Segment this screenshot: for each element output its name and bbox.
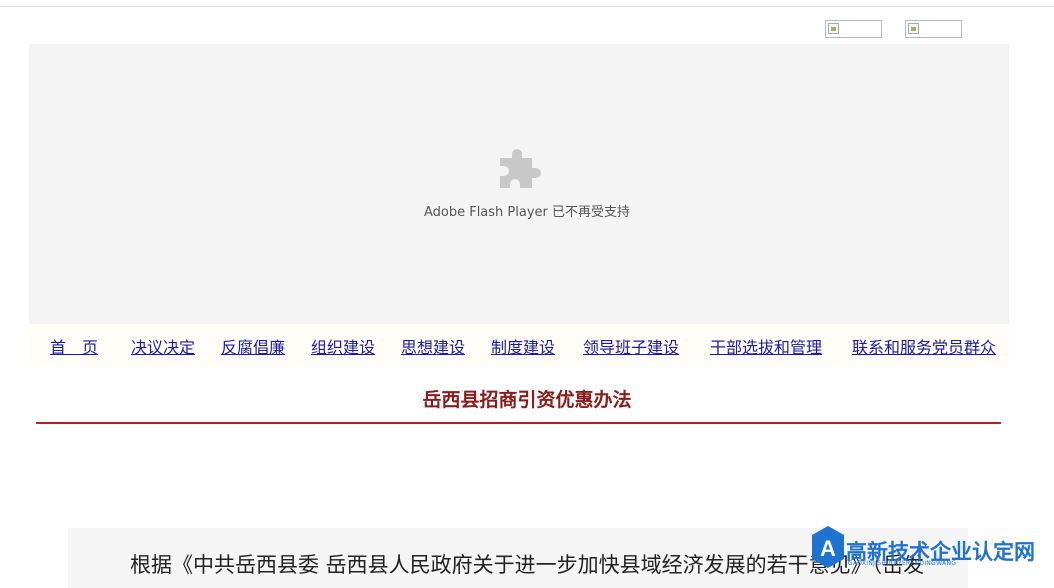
nav-link-organization[interactable]: 组织建设 <box>311 334 375 358</box>
broken-image-icon <box>828 23 839 34</box>
top-border-line <box>0 6 1054 7</box>
header-image-left[interactable] <box>825 20 882 38</box>
nav-link-leadership[interactable]: 领导班子建设 <box>583 334 679 358</box>
nav-link-institution[interactable]: 制度建设 <box>491 334 555 358</box>
nav-link-serve-members[interactable]: 联系和服务党员群众 <box>852 334 996 358</box>
nav-link-cadre-management[interactable]: 干部选拔和管理 <box>710 334 822 358</box>
nav-link-anti-corruption[interactable]: 反腐倡廉 <box>221 334 285 358</box>
watermark: A 高新技术企业认定网 GAOXINJISHUQIYERENDINGWANG <box>810 524 1054 574</box>
header-image-right[interactable] <box>905 20 962 38</box>
nav-link-resolutions[interactable]: 决议决定 <box>131 334 195 358</box>
broken-image-icon <box>908 23 919 34</box>
watermark-logo-icon: A <box>812 526 844 568</box>
article-title: 岳西县招商引资优惠办法 <box>422 389 632 411</box>
watermark-subtext: GAOXINJISHUQIYERENDINGWANG <box>848 560 957 567</box>
svg-text:A: A <box>820 536 836 561</box>
nav-link-home[interactable]: 首 页 <box>50 334 98 358</box>
title-divider <box>36 422 1001 424</box>
flash-unsupported-message: Adobe Flash Player 已不再受支持 <box>423 205 631 220</box>
nav-link-ideology[interactable]: 思想建设 <box>401 334 465 358</box>
puzzle-icon <box>500 149 541 188</box>
